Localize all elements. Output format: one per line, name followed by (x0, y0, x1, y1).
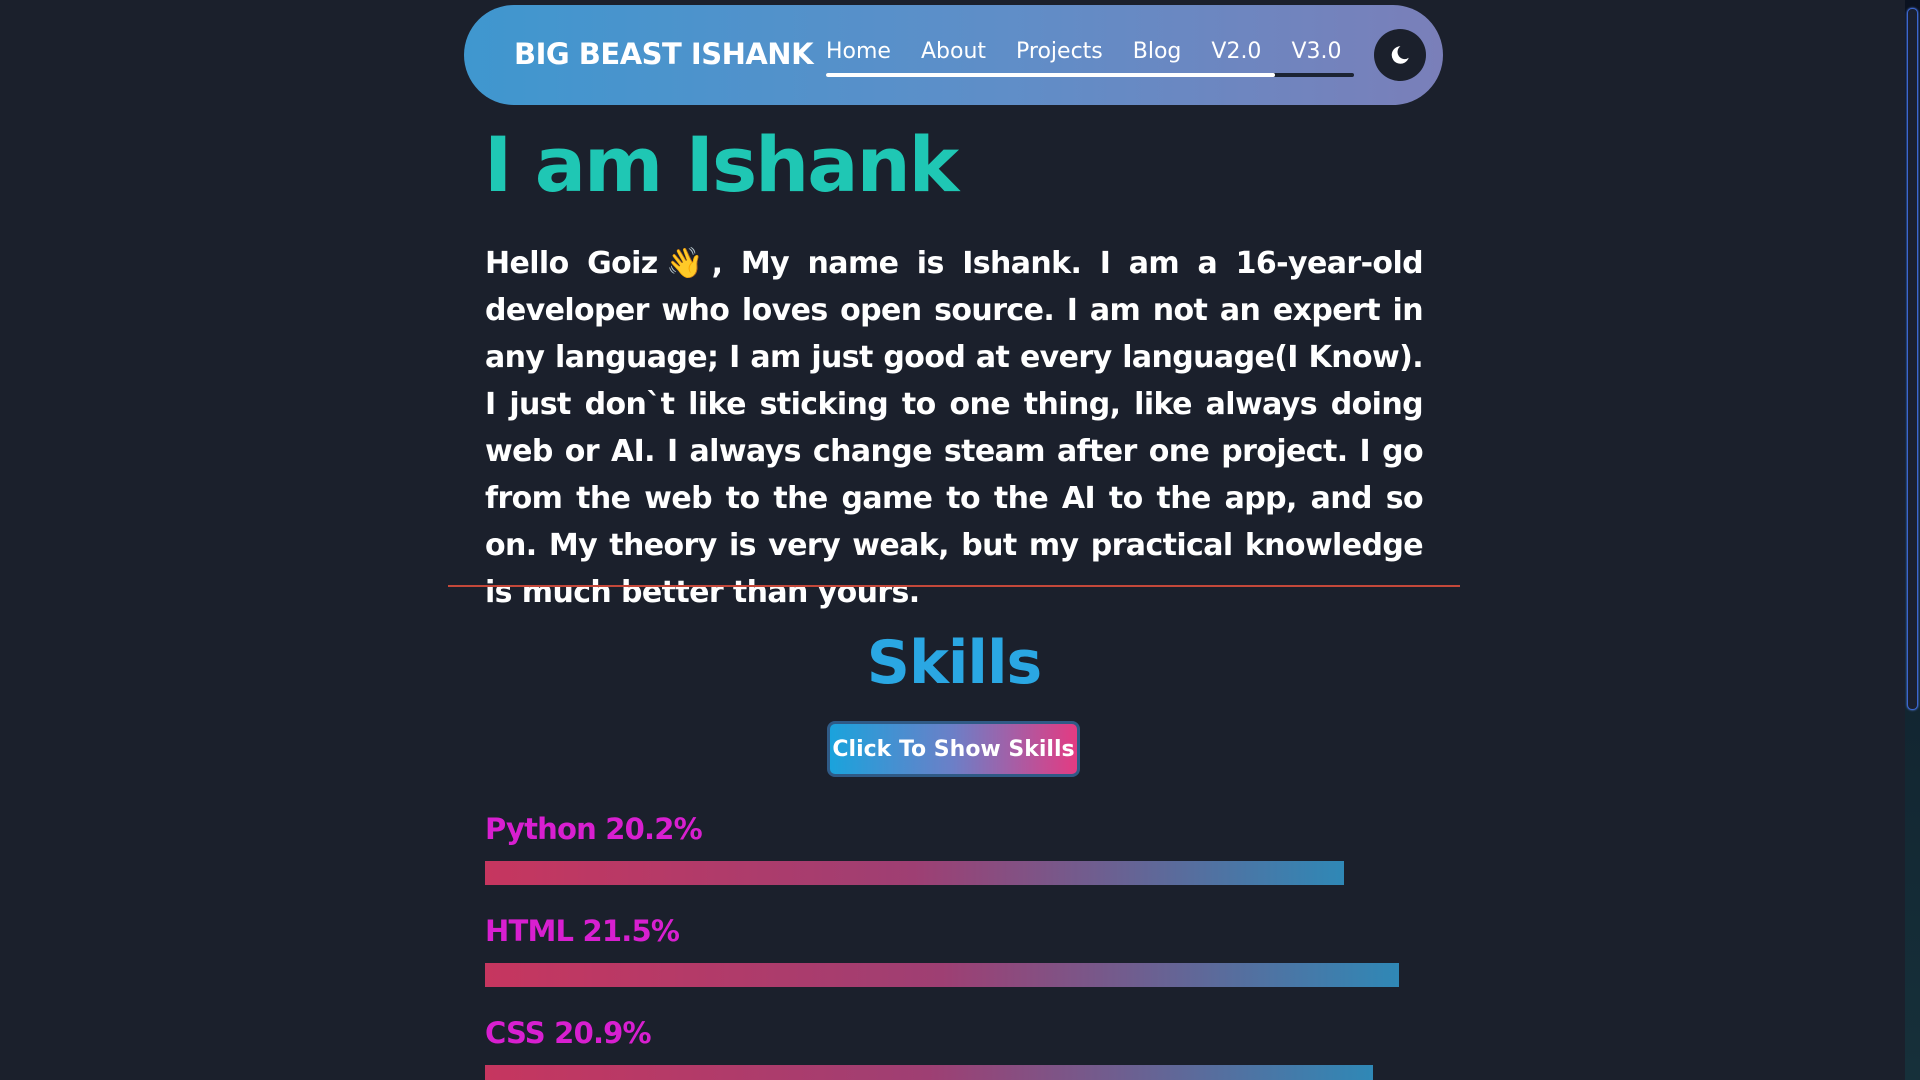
show-skills-button[interactable]: Click To Show Skills (827, 721, 1080, 777)
skill-label: HTML 21.5% (485, 914, 680, 948)
nav-link-v2[interactable]: V2.0 (1211, 39, 1261, 64)
section-divider (448, 585, 1460, 587)
moon-icon (1391, 46, 1409, 64)
scroll-progress-fill (826, 73, 1275, 77)
intro-paragraph: Hello Goiz👋, My name is Ishank. I am a 1… (485, 246, 1424, 610)
skills-heading: Skills (866, 628, 1043, 698)
portfolio-page: BIG BEAST ISHANK Home About Projects Blo… (0, 0, 1920, 1080)
page-scrollbar[interactable] (1905, 0, 1920, 1080)
brand-logo[interactable]: BIG BEAST ISHANK (514, 37, 814, 71)
skill-item-css: CSS 20.9% (485, 1016, 1373, 1080)
skill-bar (485, 861, 1344, 885)
skill-label: CSS 20.9% (485, 1016, 652, 1050)
nav-link-blog[interactable]: Blog (1133, 39, 1182, 64)
nav-links: Home About Projects Blog V2.0 V3.0 (826, 39, 1341, 64)
nav-link-about[interactable]: About (921, 39, 986, 64)
navbar: BIG BEAST ISHANK Home About Projects Blo… (464, 5, 1443, 105)
nav-link-v3[interactable]: V3.0 (1291, 39, 1341, 64)
nav-link-projects[interactable]: Projects (1016, 39, 1103, 64)
skill-label: Python 20.2% (485, 812, 703, 846)
nav-link-home[interactable]: Home (826, 39, 891, 64)
theme-toggle-button[interactable] (1374, 29, 1426, 81)
skill-bar (485, 1065, 1373, 1080)
hero-title: I am Ishank (484, 120, 959, 209)
skill-bar (485, 963, 1399, 987)
skill-item-python: Python 20.2% (485, 812, 1344, 885)
scroll-progress-track (826, 73, 1354, 77)
skill-item-html: HTML 21.5% (485, 914, 1399, 987)
scrollbar-thumb[interactable] (1907, 8, 1918, 710)
